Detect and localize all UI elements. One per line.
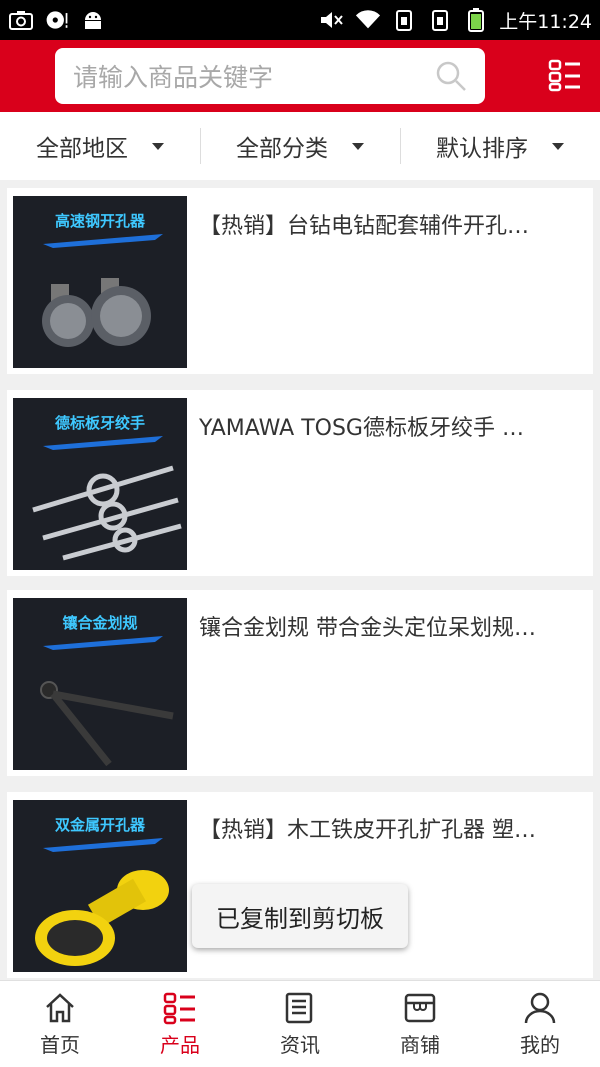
sim-icon — [427, 9, 453, 31]
filter-bar: 全部地区 全部分类 默认排序 — [0, 112, 600, 180]
filter-region[interactable]: 全部地区 — [0, 112, 200, 180]
nav-label: 资讯 — [280, 1032, 320, 1057]
product-item[interactable]: 镶合金划规 镶合金划规 带合金头定位呆划规… — [7, 590, 593, 776]
mute-icon — [319, 9, 345, 31]
caret-down-icon — [552, 142, 564, 150]
product-item[interactable]: 德标板牙绞手 YAMAWA TOSG德标板牙绞手 … — [7, 390, 593, 576]
product-title[interactable]: 【热销】台钻电钻配套辅件开孔… — [199, 208, 583, 240]
product-thumbnail[interactable]: 镶合金划规 — [13, 598, 187, 770]
nav-label: 商铺 — [400, 1032, 440, 1057]
nav-products[interactable]: 产品 — [120, 981, 240, 1067]
store-icon — [404, 993, 436, 1022]
die-wrench-image — [32, 436, 182, 561]
product-thumbnail[interactable]: 德标板牙绞手 — [13, 398, 187, 570]
filter-sort[interactable]: 默认排序 — [400, 112, 600, 180]
search-input[interactable]: 请输入商品关键字 — [73, 58, 435, 94]
product-thumbnail[interactable]: 高速钢开孔器 — [13, 196, 187, 368]
nav-label: 产品 — [160, 1032, 200, 1057]
copied-toast: 已复制到剪切板 — [192, 884, 408, 948]
filter-label: 默认排序 — [436, 136, 528, 162]
media-disc-icon — [44, 9, 70, 31]
bimetal-hole-saw-image — [35, 838, 169, 966]
nav-news[interactable]: 资讯 — [240, 981, 360, 1067]
battery-icon — [463, 8, 489, 32]
nav-label: 我的 — [520, 1032, 560, 1057]
divider-compass-image — [40, 636, 174, 767]
nav-mine[interactable]: 我的 — [480, 981, 600, 1067]
product-title[interactable]: YAMAWA TOSG德标板牙绞手 … — [199, 410, 583, 442]
nav-home[interactable]: 首页 — [0, 981, 120, 1067]
nav-label: 首页 — [40, 1032, 80, 1057]
status-time: 上午11:24 — [499, 10, 592, 33]
home-icon — [46, 992, 74, 1022]
hole-saw-image — [42, 234, 163, 347]
filter-label: 全部分类 — [236, 136, 328, 162]
sim-icon — [391, 9, 417, 31]
top-header: 请输入商品关键字 — [0, 40, 600, 112]
android-icon — [80, 9, 106, 31]
news-icon — [285, 992, 313, 1023]
screenshot-icon — [8, 9, 34, 31]
search-icon[interactable] — [435, 60, 467, 92]
filter-label: 全部地区 — [36, 136, 128, 162]
product-list-icon — [163, 992, 195, 1024]
caret-down-icon — [352, 142, 364, 150]
filter-category[interactable]: 全部分类 — [200, 112, 400, 180]
product-title[interactable]: 镶合金划规 带合金头定位呆划规… — [199, 610, 583, 642]
nav-store[interactable]: 商铺 — [360, 981, 480, 1067]
user-icon — [524, 992, 556, 1023]
bottom-nav: 首页 产品 资讯 商铺 我的 — [0, 980, 600, 1067]
caret-down-icon — [152, 142, 164, 150]
product-item[interactable]: 高速钢开孔器 【热销】台钻电钻配套辅件开孔… — [7, 188, 593, 374]
category-menu-icon[interactable] — [548, 58, 582, 92]
search-box[interactable]: 请输入商品关键字 — [55, 48, 485, 104]
product-title[interactable]: 【热销】木工铁皮开孔扩孔器 塑… — [199, 812, 583, 844]
status-bar: 上午11:24 — [0, 0, 600, 40]
product-thumbnail[interactable]: 双金属开孔器 — [13, 800, 187, 972]
wifi-icon — [355, 9, 381, 31]
